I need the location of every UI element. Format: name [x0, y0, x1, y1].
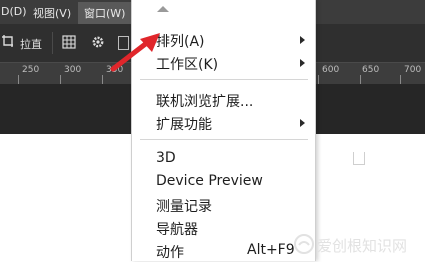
- submenu-arrow-icon: [300, 59, 305, 67]
- menu-item-browse-extensions[interactable]: 联机浏览扩展...: [156, 91, 253, 111]
- options-divider: [52, 32, 53, 54]
- straighten-button[interactable]: 拉直: [20, 36, 42, 52]
- annotation-arrow-icon: [108, 30, 164, 74]
- menu-item-navigator[interactable]: 导航器: [156, 219, 198, 239]
- grid-overlay-icon[interactable]: [62, 35, 76, 52]
- menu-item-device-preview[interactable]: Device Preview: [156, 173, 263, 189]
- scroll-up-arrow-icon[interactable]: [157, 6, 169, 12]
- menu-item-view[interactable]: 视图(V): [33, 5, 71, 21]
- crop-icon[interactable]: [2, 34, 14, 51]
- submenu-arrow-icon: [300, 119, 305, 127]
- menu-item-extensions[interactable]: 扩展功能: [156, 114, 212, 134]
- ruler-label: 250: [22, 65, 40, 75]
- menu-item-measurement-log[interactable]: 测量记录: [156, 196, 212, 216]
- menu-item-workspace[interactable]: 工作区(K): [156, 54, 218, 74]
- submenu-arrow-icon: [300, 36, 305, 44]
- gear-icon[interactable]: [91, 35, 105, 52]
- ruler-label: 600: [322, 65, 340, 75]
- menu-item-3d[interactable]: 3D: [156, 150, 176, 166]
- watermark: 爱创根知识网: [283, 228, 423, 258]
- watermark-logo-icon: [293, 233, 315, 259]
- ruler-label: 700: [404, 65, 422, 75]
- menu-divider: [140, 139, 308, 140]
- ruler-label: 650: [362, 65, 380, 75]
- menu-item-actions[interactable]: 动作: [156, 242, 184, 262]
- menu-divider: [140, 79, 308, 80]
- menu-item-prev[interactable]: D(D): [1, 5, 27, 18]
- watermark-text: 爱创根知识网: [317, 237, 408, 255]
- menu-item-window[interactable]: 窗口(W): [78, 2, 132, 24]
- ruler-label: 300: [64, 65, 82, 75]
- canvas-marker: [353, 152, 365, 165]
